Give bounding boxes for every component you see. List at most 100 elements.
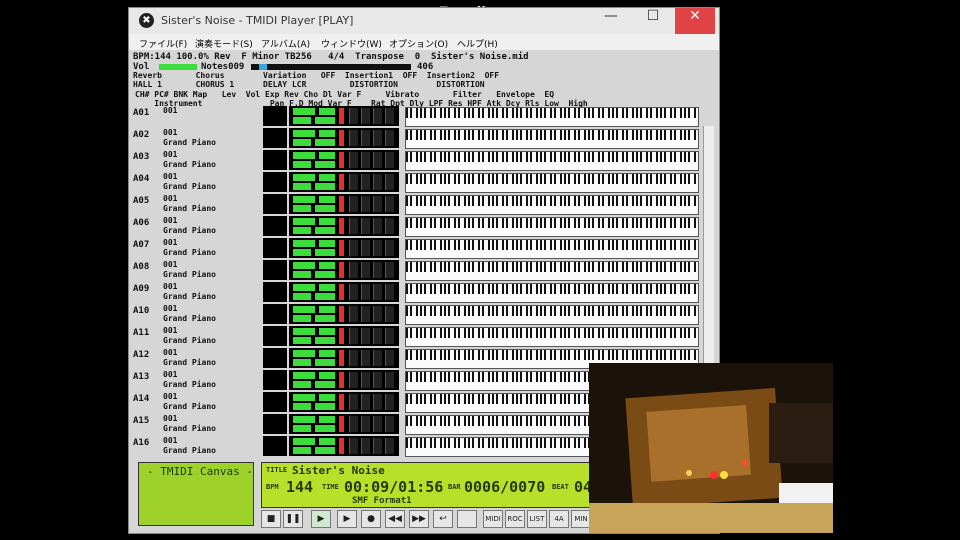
- level-meter: [263, 370, 287, 390]
- program-number: 001: [163, 150, 178, 159]
- menu-option[interactable]: オプション(O): [389, 37, 448, 50]
- program-number: 001: [163, 282, 178, 291]
- lcd-bpm-label: BPM: [266, 483, 279, 491]
- menu-album[interactable]: アルバム(A): [261, 37, 310, 50]
- instrument-name: Grand Piano: [163, 182, 216, 191]
- channel-row[interactable]: A10 001 Grand Piano: [133, 304, 699, 325]
- notes-meter: [251, 64, 411, 70]
- repeat-button[interactable]: ↩: [433, 510, 453, 528]
- instrument-name: Grand Piano: [163, 270, 216, 279]
- record-button[interactable]: ●: [361, 510, 381, 528]
- program-number: 001: [163, 414, 178, 423]
- channel-row[interactable]: A03 001 Grand Piano: [133, 150, 699, 171]
- canvas-title: - TMIDI Canvas -: [147, 465, 253, 478]
- fast-forward-button[interactable]: ▶▶: [409, 510, 429, 528]
- instrument-name: Grand Piano: [163, 292, 216, 301]
- menu-window[interactable]: ウィンドウ(W): [321, 37, 382, 50]
- level-meter: [263, 150, 287, 170]
- title-bar: ✖ Sister's Noise - TMIDI Player [PLAY] —…: [129, 8, 719, 34]
- channel-row[interactable]: A02 001 Grand Piano: [133, 128, 699, 149]
- menu-play-mode[interactable]: 演奏モード(S): [195, 37, 253, 50]
- level-meter: [263, 436, 287, 456]
- level-meter: [263, 260, 287, 280]
- keyboard-display: [405, 283, 699, 303]
- close-button[interactable]: ✕: [675, 8, 715, 34]
- keyboard-display: [405, 107, 699, 127]
- level-meter: [263, 216, 287, 236]
- level-meter: [263, 348, 287, 368]
- mixer-meters: [289, 392, 399, 412]
- program-number: 001: [163, 194, 178, 203]
- mixer-meters: [289, 172, 399, 192]
- mixer-meters: [289, 150, 399, 170]
- lcd-display: TITLE Sister's Noise BPM 144 TIME 00:09/…: [261, 462, 593, 508]
- program-number: 001: [163, 260, 178, 269]
- channel-row[interactable]: A06 001 Grand Piano: [133, 216, 699, 237]
- instrument-name: Grand Piano: [163, 160, 216, 169]
- maximize-button[interactable]: ☐: [633, 8, 673, 34]
- pause-button[interactable]: ❚❚: [283, 510, 303, 528]
- channel-row[interactable]: A09 001 Grand Piano: [133, 282, 699, 303]
- channel-number: A12: [133, 350, 150, 360]
- effects-values: HALL 1 CHORUS 1 DELAY LCR DISTORTION DIS…: [133, 80, 485, 89]
- keyboard-display: [405, 261, 699, 281]
- channel-row[interactable]: A11 001 Grand Piano: [133, 326, 699, 347]
- tmidi-canvas: - TMIDI Canvas -: [138, 462, 254, 526]
- instrument-name: Grand Piano: [163, 336, 216, 345]
- lcd-time-label: TIME: [322, 483, 339, 491]
- list-button[interactable]: LIST: [527, 510, 547, 528]
- channel-row[interactable]: A04 001 Grand Piano: [133, 172, 699, 193]
- webcam-overlay: [589, 363, 833, 533]
- program-number: 001: [163, 370, 178, 379]
- mixer-meters: [289, 194, 399, 214]
- channel-number: A10: [133, 306, 150, 316]
- keyboard-display: [405, 173, 699, 193]
- instrument-name: Grand Piano: [163, 402, 216, 411]
- channel-number: A06: [133, 218, 150, 228]
- channel-row[interactable]: A08 001 Grand Piano: [133, 260, 699, 281]
- instrument-name: Grand Piano: [163, 204, 216, 213]
- program-number: 001: [163, 436, 178, 445]
- mixer-meters: [289, 106, 399, 126]
- channel-number: A03: [133, 152, 150, 162]
- midi-button[interactable]: MIDI: [483, 510, 503, 528]
- play-button[interactable]: ▶: [311, 510, 331, 528]
- channel-number: A11: [133, 328, 150, 338]
- mixer-meters: [289, 370, 399, 390]
- level-meter: [263, 128, 287, 148]
- vol-meter: [159, 64, 197, 70]
- channel-row[interactable]: A07 001 Grand Piano: [133, 238, 699, 259]
- min-button[interactable]: MIN: [571, 510, 591, 528]
- minimize-button[interactable]: —: [591, 8, 631, 34]
- instrument-name: Grand Piano: [163, 358, 216, 367]
- menu-help[interactable]: ヘルプ(H): [457, 37, 498, 50]
- channel-row[interactable]: A01 001: [133, 106, 699, 127]
- program-number: 001: [163, 304, 178, 313]
- notes-meter-fill: [259, 64, 267, 70]
- app-icon: ✖: [139, 13, 154, 28]
- channel-number: A15: [133, 416, 150, 426]
- program-number: 001: [163, 128, 178, 137]
- level-meter: [263, 106, 287, 126]
- instrument-name: Grand Piano: [163, 314, 216, 323]
- mixer-meters: [289, 414, 399, 434]
- program-number: 001: [163, 216, 178, 225]
- channel-number: A02: [133, 130, 150, 140]
- rewind-button[interactable]: ◀◀: [385, 510, 405, 528]
- 4a-button[interactable]: 4A: [549, 510, 569, 528]
- roc-button[interactable]: ROC: [505, 510, 525, 528]
- keyboard-display: [405, 305, 699, 325]
- program-number: 001: [163, 392, 178, 401]
- status-line: BPM:144 100.0% Rev F Minor TB256 4/4 Tra…: [133, 52, 529, 62]
- keyboard-display: [405, 217, 699, 237]
- level-meter: [263, 282, 287, 302]
- next-play-button[interactable]: ▶: [337, 510, 357, 528]
- blank-button[interactable]: [457, 510, 477, 528]
- level-meter: [263, 414, 287, 434]
- lcd-bpm: 144: [286, 478, 314, 496]
- channel-row[interactable]: A05 001 Grand Piano: [133, 194, 699, 215]
- keyboard-display: [405, 151, 699, 171]
- menu-file[interactable]: ファイル(F): [139, 37, 187, 50]
- stop-button[interactable]: ■: [261, 510, 281, 528]
- level-meter: [263, 238, 287, 258]
